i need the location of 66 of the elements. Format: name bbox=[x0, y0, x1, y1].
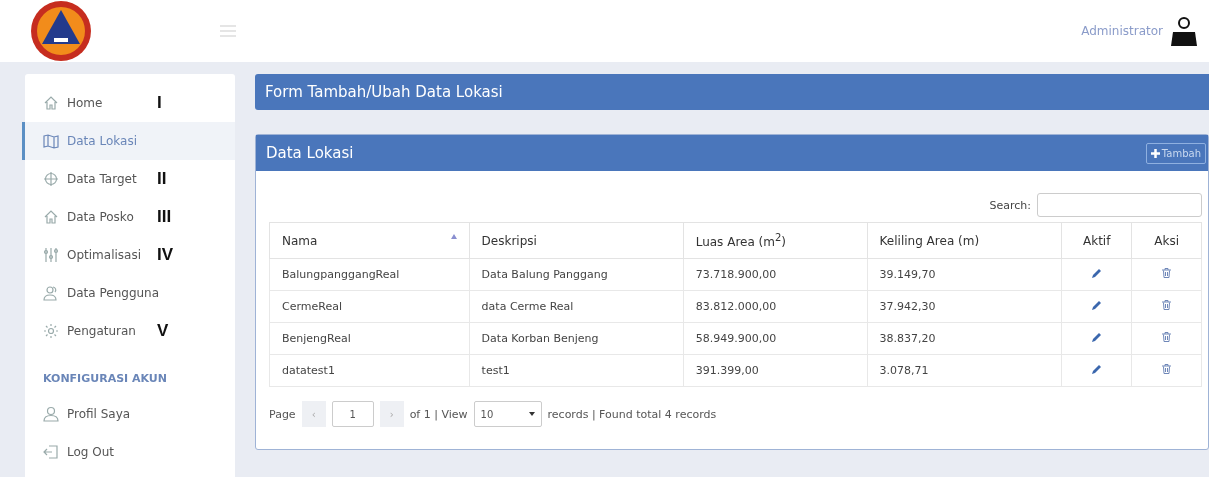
search-field[interactable] bbox=[1037, 193, 1202, 217]
page-field[interactable]: 1 bbox=[331, 401, 374, 427]
roman-numeral-label: I bbox=[157, 93, 162, 113]
sidebar-item[interactable]: Data Pengguna bbox=[22, 274, 235, 312]
table-cell: 391.399,00 bbox=[683, 354, 868, 387]
plus-icon bbox=[1150, 148, 1160, 158]
table-cell: CermeReal bbox=[269, 290, 470, 323]
pencil-icon[interactable] bbox=[1091, 364, 1102, 374]
trash-icon[interactable] bbox=[1162, 300, 1172, 310]
records-summary: records | Found total 4 records bbox=[547, 407, 717, 421]
trash-icon[interactable] bbox=[1162, 332, 1172, 342]
table-cell: 83.812.000,00 bbox=[683, 290, 868, 323]
trash-icon[interactable] bbox=[1162, 364, 1172, 374]
panel-title-bar: Form Tambah/Ubah Data Lokasi bbox=[255, 74, 1209, 110]
user-icon bbox=[43, 406, 59, 422]
sidebar-item[interactable]: Data Target II bbox=[22, 160, 235, 198]
table-cell: test1 bbox=[469, 354, 684, 387]
sidebar-item[interactable]: Pengaturan V bbox=[22, 312, 235, 350]
pencil-icon[interactable] bbox=[1091, 300, 1102, 310]
crosshair-icon bbox=[43, 171, 59, 187]
search-label: Search: bbox=[989, 198, 1031, 212]
sidebar-item[interactable]: Data Posko III bbox=[22, 198, 235, 236]
sidebar-item[interactable]: Optimalisasi IV bbox=[22, 236, 235, 274]
roman-numeral-label: IV bbox=[157, 245, 174, 265]
table-cell: 39.149,70 bbox=[867, 258, 1062, 291]
gear-icon bbox=[43, 323, 59, 339]
home-icon bbox=[43, 209, 59, 225]
page-count-text: of 1 | View bbox=[409, 407, 468, 421]
map-icon bbox=[43, 133, 59, 149]
section-heading: KONFIGURASI AKUN bbox=[42, 371, 168, 387]
table-cell: 37.942,30 bbox=[867, 290, 1062, 323]
user-at-laptop-icon[interactable] bbox=[1171, 16, 1197, 46]
table-cell: data Cerme Real bbox=[469, 290, 684, 323]
caret-icon bbox=[528, 412, 535, 416]
roman-numeral-label: V bbox=[157, 321, 169, 341]
panel-title: Data Lokasi bbox=[266, 144, 354, 162]
home-icon bbox=[43, 95, 59, 111]
column-header[interactable]: Luas Area (m$^{2}$) bbox=[683, 222, 868, 259]
pencil-icon[interactable] bbox=[1091, 332, 1102, 342]
table-cell: Data Korban Benjeng bbox=[469, 322, 684, 355]
column-header[interactable]: Deskripsi bbox=[469, 222, 684, 259]
table-cell: 3.078,71 bbox=[867, 354, 1062, 387]
sidebar-item[interactable]: Log Out bbox=[22, 433, 235, 471]
table-cell: 38.837,20 bbox=[867, 322, 1062, 355]
table-cell: 73.718.900,00 bbox=[683, 258, 868, 291]
sort-icon bbox=[450, 233, 457, 239]
pencil-icon[interactable] bbox=[1091, 268, 1102, 278]
trash-icon[interactable] bbox=[1162, 268, 1172, 278]
column-header[interactable]: Nama bbox=[269, 222, 470, 259]
table-cell: datatest1 bbox=[269, 354, 470, 387]
table-cell: BalungpanggangReal bbox=[269, 258, 470, 291]
column-header[interactable]: Aktif bbox=[1061, 222, 1132, 259]
sliders-icon bbox=[43, 247, 59, 263]
column-header[interactable]: Keliling Area (m) bbox=[867, 222, 1062, 259]
table-cell: BenjengReal bbox=[269, 322, 470, 355]
page-label: Page bbox=[269, 407, 296, 421]
column-header[interactable]: Aksi bbox=[1131, 222, 1202, 259]
roman-numeral-label: II bbox=[157, 169, 167, 189]
roman-numeral-label: III bbox=[157, 207, 172, 227]
sidebar-item[interactable]: Profil Saya bbox=[22, 395, 235, 433]
sidebar-item[interactable]: Home I bbox=[22, 84, 235, 122]
users-icon bbox=[43, 285, 59, 301]
table-cell: Data Balung Panggang bbox=[469, 258, 684, 291]
table-cell: 58.949.900,00 bbox=[683, 322, 868, 355]
page-size-select[interactable]: 10 bbox=[473, 401, 542, 427]
logout-icon bbox=[43, 444, 59, 460]
